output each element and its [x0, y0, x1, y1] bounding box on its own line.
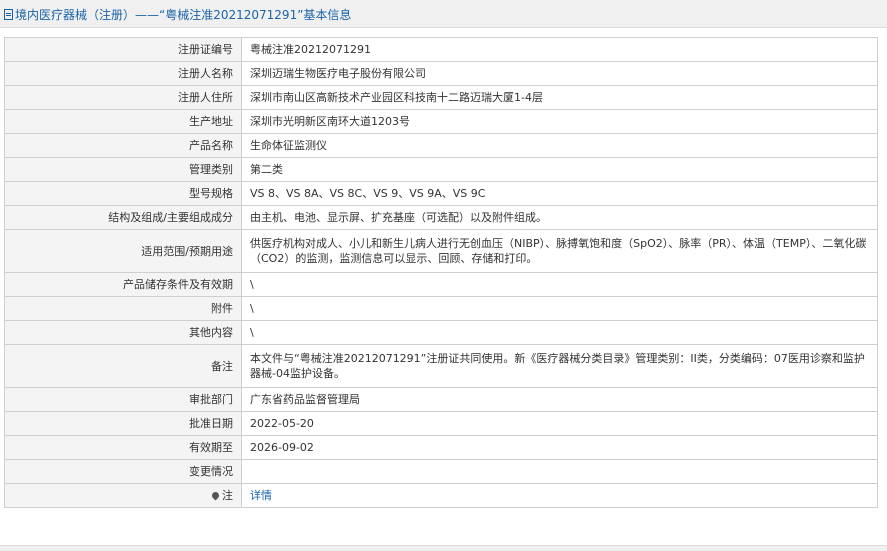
label-valid-until: 有效期至	[4, 435, 242, 460]
label-registrant-name: 注册人名称	[4, 61, 242, 86]
value-attachment: \	[241, 296, 878, 321]
value-approval-department: 广东省药品监督管理局	[241, 387, 878, 412]
label-other-content: 其他内容	[4, 320, 242, 345]
row-approval-department: 审批部门 广东省药品监督管理局	[4, 387, 878, 412]
row-product-name: 产品名称 生命体征监测仪	[4, 133, 878, 158]
value-product-name: 生命体征监测仪	[241, 133, 878, 158]
row-production-address: 生产地址 深圳市光明新区南环大道1203号	[4, 109, 878, 134]
label-note: 注	[4, 483, 242, 508]
info-table: 注册证编号 粤械注准20212071291 注册人名称 深圳迈瑞生物医疗电子股份…	[4, 37, 878, 508]
page-title: 境内医疗器械（注册）——“粤械注准20212071291”基本信息	[4, 6, 351, 23]
row-attachment: 附件 \	[4, 296, 878, 321]
value-storage-validity: \	[241, 272, 878, 297]
row-storage-validity: 产品储存条件及有效期 \	[4, 272, 878, 297]
label-management-category: 管理类别	[4, 157, 242, 182]
document-icon	[4, 9, 13, 20]
label-product-name: 产品名称	[4, 133, 242, 158]
label-storage-validity: 产品储存条件及有效期	[4, 272, 242, 297]
label-intended-use: 适用范围/预期用途	[4, 229, 242, 273]
value-registration-number: 粤械注准20212071291	[241, 37, 878, 62]
value-registrant-name: 深圳迈瑞生物医疗电子股份有限公司	[241, 61, 878, 86]
label-approval-date: 批准日期	[4, 411, 242, 436]
row-valid-until: 有效期至 2026-09-02	[4, 435, 878, 460]
label-registrant-address: 注册人住所	[4, 85, 242, 110]
page-header: 境内医疗器械（注册）——“粤械注准20212071291”基本信息	[0, 0, 887, 28]
pin-icon	[210, 490, 221, 501]
value-structure-composition: 由主机、电池、显示屏、扩充基座（可选配）以及附件组成。	[241, 205, 878, 230]
row-change-status: 变更情况	[4, 459, 878, 484]
value-change-status	[241, 459, 878, 484]
value-management-category: 第二类	[241, 157, 878, 182]
row-structure-composition: 结构及组成/主要组成成分 由主机、电池、显示屏、扩充基座（可选配）以及附件组成。	[4, 205, 878, 230]
row-registrant-name: 注册人名称 深圳迈瑞生物医疗电子股份有限公司	[4, 61, 878, 86]
row-registrant-address: 注册人住所 深圳市南山区高新技术产业园区科技南十二路迈瑞大厦1-4层	[4, 85, 878, 110]
value-note: 详情	[241, 483, 878, 508]
row-model-spec: 型号规格 VS 8、VS 8A、VS 8C、VS 9、VS 9A、VS 9C	[4, 181, 878, 206]
row-management-category: 管理类别 第二类	[4, 157, 878, 182]
label-model-spec: 型号规格	[4, 181, 242, 206]
row-intended-use: 适用范围/预期用途 供医疗机构对成人、小儿和新生儿病人进行无创血压（NIBP）、…	[4, 229, 878, 273]
label-production-address: 生产地址	[4, 109, 242, 134]
row-approval-date: 批准日期 2022-05-20	[4, 411, 878, 436]
row-registration-number: 注册证编号 粤械注准20212071291	[4, 37, 878, 62]
value-remarks: 本文件与“粤械注准20212071291”注册证共同使用。新《医疗器械分类目录》…	[241, 344, 878, 388]
value-registrant-address: 深圳市南山区高新技术产业园区科技南十二路迈瑞大厦1-4层	[241, 85, 878, 110]
row-note: 注 详情	[4, 483, 878, 508]
label-approval-department: 审批部门	[4, 387, 242, 412]
value-production-address: 深圳市光明新区南环大道1203号	[241, 109, 878, 134]
label-note-text: 注	[222, 489, 233, 502]
value-valid-until: 2026-09-02	[241, 435, 878, 460]
row-other-content: 其他内容 \	[4, 320, 878, 345]
value-intended-use: 供医疗机构对成人、小儿和新生儿病人进行无创血压（NIBP）、脉搏氧饱和度（SpO…	[241, 229, 878, 273]
page-footer-bar	[0, 545, 887, 551]
label-registration-number: 注册证编号	[4, 37, 242, 62]
value-approval-date: 2022-05-20	[241, 411, 878, 436]
label-remarks: 备注	[4, 344, 242, 388]
label-structure-composition: 结构及组成/主要组成成分	[4, 205, 242, 230]
value-model-spec: VS 8、VS 8A、VS 8C、VS 9、VS 9A、VS 9C	[241, 181, 878, 206]
page-title-text: 境内医疗器械（注册）——“粤械注准20212071291”基本信息	[15, 8, 352, 22]
value-other-content: \	[241, 320, 878, 345]
details-link[interactable]: 详情	[250, 489, 272, 502]
row-remarks: 备注 本文件与“粤械注准20212071291”注册证共同使用。新《医疗器械分类…	[4, 344, 878, 388]
label-attachment: 附件	[4, 296, 242, 321]
label-change-status: 变更情况	[4, 459, 242, 484]
